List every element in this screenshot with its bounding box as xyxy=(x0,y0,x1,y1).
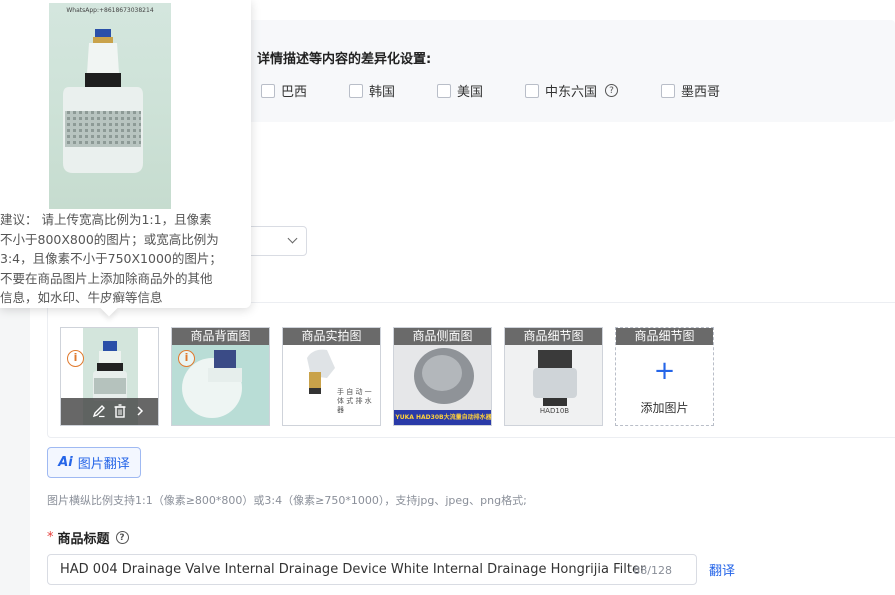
tooltip-line: 不要在商品图片上添加除商品外的其他 xyxy=(0,270,213,286)
title-translate-link[interactable]: 翻译 xyxy=(709,560,735,579)
image-label-back: 商品背面图 xyxy=(172,328,269,345)
product-title-input[interactable]: HAD 004 Drainage Valve Internal Drainage… xyxy=(47,554,697,585)
country-option-mexico[interactable]: 墨西哥 xyxy=(661,81,720,100)
tooltip-advice: 建议： 请上传宽高比例为1:1，且像素 不小于800X800的图片；或宽高比例为… xyxy=(0,210,248,308)
image-caption-side: YUKA HAD30B大流量自动排水器 xyxy=(395,414,492,421)
country-option-usa[interactable]: 美国 xyxy=(437,81,483,100)
image-translate-label: 图片翻译 xyxy=(77,457,130,472)
help-icon[interactable]: ? xyxy=(605,84,619,97)
edit-icon[interactable] xyxy=(92,404,106,418)
product-title-value: HAD 004 Drainage Valve Internal Drainage… xyxy=(60,562,646,577)
add-image-label: 添加图片 xyxy=(640,401,689,415)
country-option-middle-east[interactable]: 中东六国 ? xyxy=(525,81,619,100)
country-label-brazil: 巴西 xyxy=(281,85,308,100)
image-label-side: 商品侧面图 xyxy=(394,328,491,345)
character-count: 88/128 xyxy=(633,564,672,577)
image-action-bar xyxy=(61,398,158,425)
product-image-detail[interactable]: 商品细节图 HAD10B xyxy=(504,327,603,426)
checkbox-mexico[interactable] xyxy=(661,83,675,98)
plus-icon: + xyxy=(653,356,676,386)
product-photo-large xyxy=(63,29,143,173)
product-image-main[interactable]: i xyxy=(60,327,159,426)
country-label-usa: 美国 xyxy=(457,85,484,100)
image-label-detail-add: 商品细节图 xyxy=(616,328,713,345)
add-image-button[interactable]: 商品细节图 + 添加图片 xyxy=(615,327,714,426)
product-image-side[interactable]: 商品侧面图 YUKA HAD30B大流量自动排水器 xyxy=(393,327,492,426)
checkbox-korea[interactable] xyxy=(349,83,363,98)
image-caption-detail: HAD10B xyxy=(539,407,570,415)
product-image-actual[interactable]: 商品实拍图 手 自 动 一 体 式 排 水 器 xyxy=(282,327,381,426)
chevron-right-icon[interactable] xyxy=(135,405,145,417)
warning-icon: i xyxy=(67,350,84,367)
checkbox-usa[interactable] xyxy=(437,83,451,98)
tooltip-line: 3:4，且像素不小于750X1000的图片； xyxy=(0,251,222,266)
differentiation-title: 详情描述等内容的差异化设置: xyxy=(257,52,432,67)
required-mark: * xyxy=(47,530,54,545)
tooltip-line: 不小于800X800的图片；或宽高比例为 xyxy=(0,231,219,247)
ai-icon: Ai xyxy=(58,455,73,470)
trash-icon[interactable] xyxy=(113,404,127,418)
product-image-back[interactable]: 商品背面图 i xyxy=(171,327,270,426)
help-icon[interactable]: ? xyxy=(115,531,129,544)
checkbox-middle-east[interactable] xyxy=(525,83,539,98)
image-label-actual: 商品实拍图 xyxy=(283,328,380,345)
tooltip-product-image: WhatsApp:+8618673038214 xyxy=(49,3,171,209)
country-option-brazil[interactable]: 巴西 xyxy=(261,81,307,100)
chevron-down-icon xyxy=(287,233,298,244)
tooltip-line: 建议： 请上传宽高比例为1:1，且像素 xyxy=(0,212,212,227)
warning-icon: i xyxy=(178,350,195,367)
image-caption-actual: 手 自 动 一 体 式 排 水 器 xyxy=(337,388,372,414)
country-label-middle-east: 中东六国 xyxy=(545,85,598,100)
tooltip-line: 信息，如水印、牛皮癣等信息 xyxy=(0,290,163,305)
country-label-mexico: 墨西哥 xyxy=(681,85,721,100)
checkbox-brazil[interactable] xyxy=(261,83,275,98)
image-preview-tooltip: WhatsApp:+8618673038214 建议： 请上传宽高比例为1:1，… xyxy=(0,0,251,308)
differentiation-card xyxy=(210,20,895,122)
product-title-text: 商品标题 xyxy=(57,532,110,547)
country-option-korea[interactable]: 韩国 xyxy=(349,81,395,100)
image-label-detail: 商品细节图 xyxy=(505,328,602,345)
country-label-korea: 韩国 xyxy=(369,85,396,100)
image-format-hint: 图片横纵比例支持1:1（像素≥800*800）或3:4（像素≥750*1000）… xyxy=(47,494,527,507)
image-translate-button[interactable]: Ai 图片翻译 xyxy=(47,447,141,478)
product-title-label: * 商品标题 ? xyxy=(47,528,129,547)
